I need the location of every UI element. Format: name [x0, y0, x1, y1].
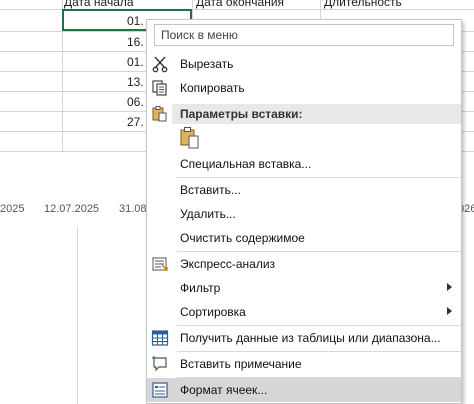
- paste-options-header: Параметры вставки:: [172, 104, 461, 124]
- header-cell-duration[interactable]: Длительность: [324, 0, 402, 9]
- cell-value[interactable]: 06.: [127, 95, 144, 109]
- menu-item-get-data[interactable]: Получить данные из таблицы или диапазона…: [147, 326, 461, 350]
- menu-item-label: Экспресс-анализ: [180, 257, 276, 271]
- cell-value[interactable]: 01.: [127, 55, 144, 69]
- menu-item-insert-comment[interactable]: Вставить примечание: [147, 352, 461, 376]
- cell-value[interactable]: 16.: [127, 35, 144, 49]
- menu-item-clear-contents[interactable]: Очистить содержимое: [147, 226, 461, 250]
- chart-axis-label: 2025: [0, 203, 25, 215]
- menu-item-label: Очистить содержимое: [180, 231, 305, 245]
- menu-item-label: Специальная вставка...: [180, 157, 312, 171]
- section-label: Параметры вставки:: [180, 107, 303, 121]
- menu-item-label: Вырезать: [180, 57, 234, 71]
- menu-item-label: Фильтр: [180, 281, 221, 295]
- comment-icon: [150, 354, 170, 374]
- menu-item-label: Вставить примечание: [180, 357, 302, 371]
- menu-item-label: Формат ячеек...: [180, 383, 268, 397]
- cell-value[interactable]: 13.: [127, 75, 144, 89]
- menu-item-label: Удалить...: [180, 207, 236, 221]
- context-menu: Поиск в меню Вырезать Копировать Парамет…: [146, 19, 462, 404]
- submenu-arrow-icon: [447, 307, 452, 315]
- menu-item-cut[interactable]: Вырезать: [147, 52, 461, 76]
- paste-icon: [179, 126, 201, 155]
- menu-item-label: Вставить...: [180, 183, 241, 197]
- menu-item-quick-analysis[interactable]: Экспресс-анализ: [147, 252, 461, 276]
- table-icon: [150, 328, 170, 348]
- menu-item-label: Сортировка: [180, 305, 246, 319]
- menu-item-label: Копировать: [180, 81, 245, 95]
- format-cells-icon: [150, 380, 170, 400]
- paste-button[interactable]: [177, 124, 203, 152]
- menu-item-sort[interactable]: Сортировка: [147, 300, 461, 324]
- chart-axis-label: 12.07.2025: [44, 203, 100, 215]
- search-placeholder: Поиск в меню: [161, 28, 238, 42]
- menu-item-filter[interactable]: Фильтр: [147, 276, 461, 300]
- menu-item-format-cells[interactable]: Формат ячеек...: [147, 378, 461, 402]
- chart-axis-label: 31.08: [119, 203, 147, 215]
- menu-item-copy[interactable]: Копировать: [147, 76, 461, 100]
- menu-item-label: Получить данные из таблицы или диапазона…: [180, 331, 441, 345]
- submenu-arrow-icon: [447, 283, 452, 291]
- menu-item-insert[interactable]: Вставить...: [147, 178, 461, 202]
- menu-item-paste-special[interactable]: Специальная вставка...: [147, 152, 461, 176]
- cell-value[interactable]: 01.: [127, 14, 144, 28]
- header-cell-end-date[interactable]: Дата окончания: [196, 0, 284, 9]
- header-cell-start-date[interactable]: Дата начала: [64, 0, 134, 9]
- cell-value[interactable]: 27.: [127, 115, 144, 129]
- menu-item-delete[interactable]: Удалить...: [147, 202, 461, 226]
- copy-icon: [150, 78, 170, 98]
- scissors-icon: [150, 54, 170, 74]
- chart-gridline: [77, 226, 78, 404]
- quick-analysis-icon: [150, 254, 170, 274]
- clipboard-icon: [150, 104, 170, 124]
- menu-search-input[interactable]: Поиск в меню: [154, 24, 454, 46]
